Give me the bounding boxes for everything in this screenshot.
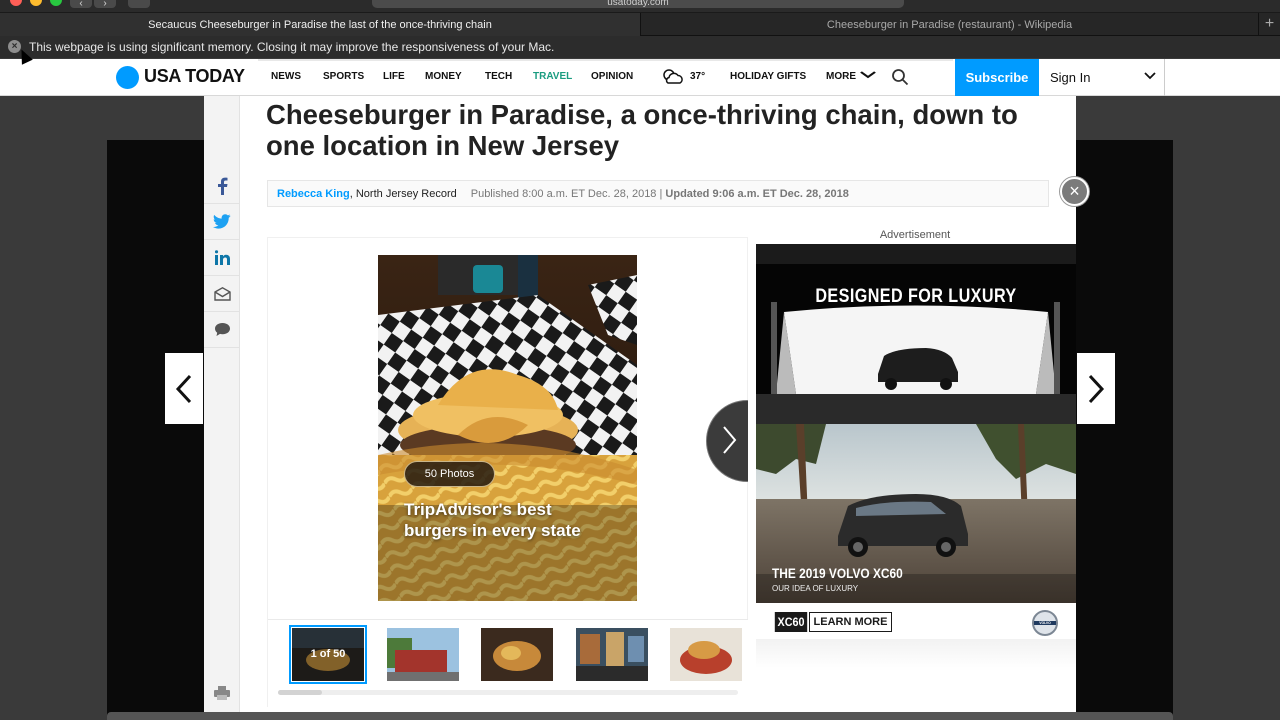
volvo-logo-icon: VOLVO <box>1032 610 1058 636</box>
envelope-icon <box>213 286 231 301</box>
nav-money[interactable]: MONEY <box>425 71 462 82</box>
chevron-down-icon[interactable] <box>1143 69 1157 83</box>
thumbnail-scrollbar[interactable] <box>278 690 738 695</box>
ad-learn-more-button[interactable]: LEARN MORE <box>809 612 892 632</box>
tab-active[interactable]: Secaucus Cheeseburger in Paradise the la… <box>0 13 640 37</box>
chevron-left-icon <box>175 374 192 403</box>
nav-sports[interactable]: SPORTS <box>323 71 364 82</box>
ad-model: THE 2019 VOLVO XC60 <box>772 565 903 581</box>
updated-time: Updated 9:06 a.m. ET Dec. 28, 2018 <box>665 188 849 200</box>
tab-wikipedia[interactable]: Cheeseburger in Paradise (restaurant) - … <box>640 13 1258 37</box>
comment-icon <box>214 323 230 336</box>
zoom-window-button[interactable] <box>50 0 62 6</box>
nav-more[interactable]: MORE <box>826 71 856 82</box>
chevron-right-icon <box>723 426 737 454</box>
warning-text: This webpage is using significant memory… <box>29 40 555 54</box>
author-link[interactable]: Rebecca King <box>277 188 350 200</box>
ad-tagline: OUR IDEA OF LUXURY <box>772 584 859 593</box>
printer-icon <box>214 686 230 700</box>
new-tab-button[interactable]: + <box>1258 13 1280 37</box>
twitter-share-button[interactable] <box>204 204 240 240</box>
nav-travel[interactable]: TRAVEL <box>533 71 572 82</box>
chevron-right-icon <box>1088 374 1105 403</box>
header-divider <box>1164 59 1165 96</box>
gallery-main-photo[interactable] <box>378 255 637 601</box>
article-headline: Cheeseburger in Paradise, a once-thrivin… <box>266 99 1018 161</box>
subscribe-button[interactable]: Subscribe <box>955 59 1039 96</box>
twitter-icon <box>213 214 231 229</box>
address-bar[interactable]: usatoday.com <box>372 0 904 8</box>
comments-button[interactable] <box>204 312 240 348</box>
nav-holiday-gifts[interactable]: HOLIDAY GIFTS <box>730 71 806 82</box>
ad-bottom-fade <box>756 639 1076 668</box>
weather-temp[interactable]: 37° <box>690 71 705 82</box>
next-article-button[interactable] <box>1077 353 1115 424</box>
sidebar-toggle-button[interactable] <box>128 0 150 8</box>
email-share-button[interactable] <box>204 276 240 312</box>
thumbnail-2[interactable] <box>387 628 459 681</box>
search-icon[interactable] <box>891 68 909 86</box>
linkedin-share-button[interactable] <box>204 240 240 276</box>
thumbnail-3[interactable] <box>481 628 553 681</box>
print-button[interactable] <box>205 676 239 710</box>
partly-cloudy-icon[interactable] <box>660 67 686 87</box>
close-window-button[interactable] <box>10 0 22 6</box>
nav-life[interactable]: LIFE <box>383 71 405 82</box>
facebook-share-button[interactable] <box>204 168 240 204</box>
share-rail <box>204 96 240 720</box>
memory-warning-bar: × This webpage is using significant memo… <box>0 36 1280 58</box>
thumbnail-4[interactable] <box>576 628 648 681</box>
site-header: USA TODAY NEWS SPORTS LIFE MONEY TECH TR… <box>0 59 1280 96</box>
sign-in-link[interactable]: Sign In <box>1050 70 1090 85</box>
ad-label: Advertisement <box>879 229 951 241</box>
ad-headline: DESIGNED FOR LUXURY <box>815 286 1017 307</box>
site-logo[interactable]: USA TODAY <box>144 66 245 87</box>
thumbnail-5[interactable] <box>670 628 742 681</box>
nav-tech[interactable]: TECH <box>485 71 512 82</box>
photo-count-badge[interactable]: 50 Photos <box>404 461 495 487</box>
published-time: Published 8:00 a.m. ET Dec. 28, 2018 | <box>470 188 663 200</box>
back-button[interactable]: ‹ <box>70 0 92 9</box>
browser-titlebar: ‹ › usatoday.com <box>0 0 1280 12</box>
thumbnail-counter: 1 of 50 <box>292 628 364 681</box>
volvo-logo-text: VOLVO <box>1039 621 1051 625</box>
forward-button[interactable]: › <box>94 0 116 9</box>
nav-underline <box>258 59 953 61</box>
gallery-caption: TripAdvisor's best burgers in every stat… <box>404 500 581 540</box>
nav-opinion[interactable]: OPINION <box>591 71 633 82</box>
tab-strip: Secaucus Cheeseburger in Paradise the la… <box>0 12 1280 37</box>
chevron-down-icon[interactable] <box>860 70 877 80</box>
facebook-icon <box>218 177 228 195</box>
usatoday-logo-icon[interactable] <box>116 66 139 89</box>
previous-article-button[interactable] <box>165 353 203 424</box>
linkedin-icon <box>214 250 230 265</box>
source-name: , North Jersey Record <box>349 188 457 200</box>
nav-news[interactable]: NEWS <box>271 71 301 82</box>
thumbnail-scrollbar-thumb[interactable] <box>278 690 322 695</box>
macos-dock <box>107 712 1173 720</box>
article-byline: Rebecca King, North Jersey Record Publish… <box>267 180 1049 207</box>
close-article-button[interactable]: × <box>1060 177 1089 206</box>
minimize-window-button[interactable] <box>30 0 42 6</box>
ad-model-badge: XC60 <box>774 612 808 632</box>
